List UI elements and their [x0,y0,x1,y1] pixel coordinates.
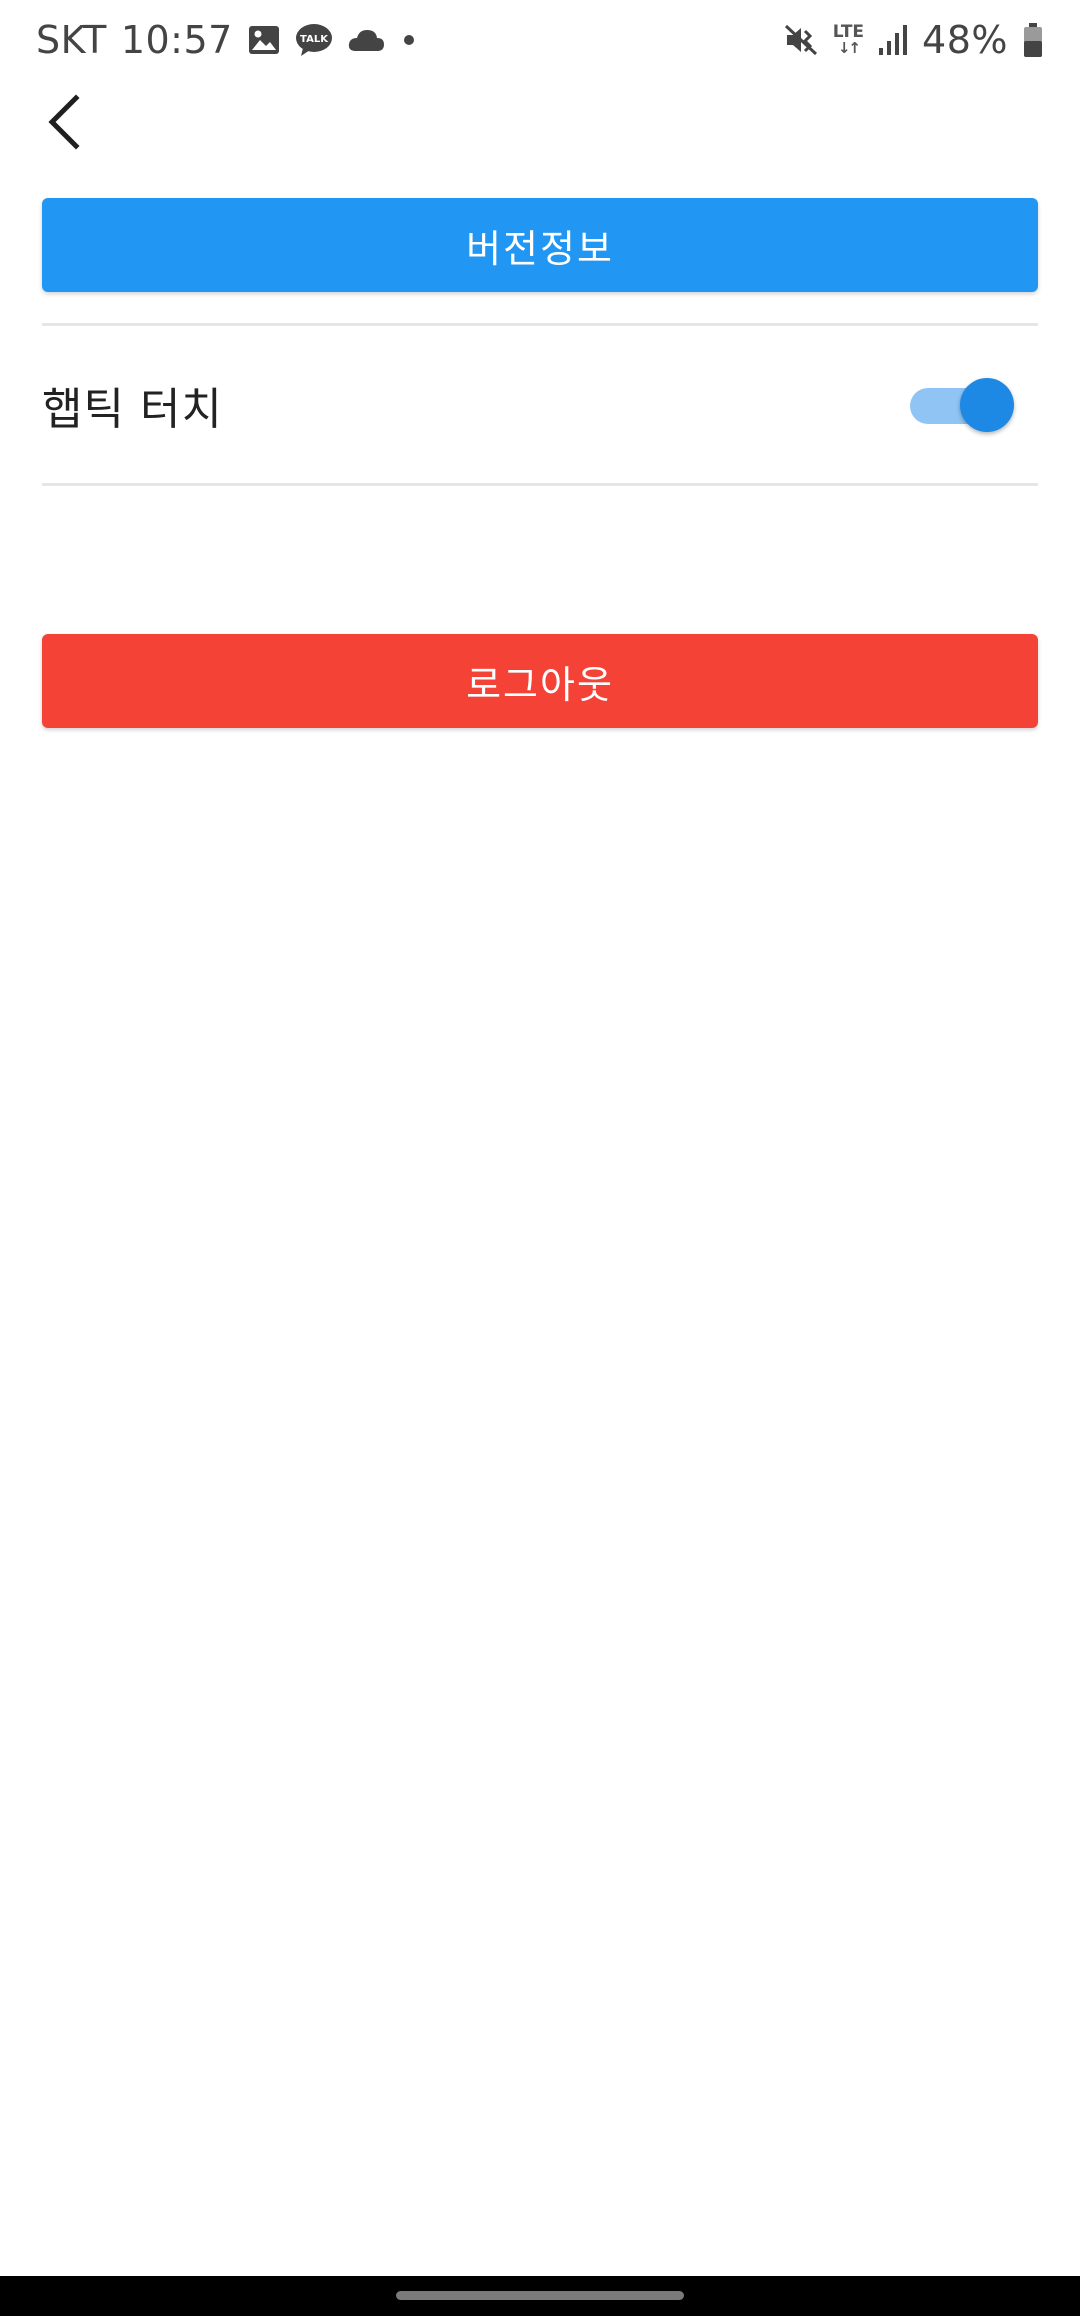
gallery-icon [247,24,281,56]
mute-vibrate-icon [783,22,819,58]
logout-button[interactable]: 로그아웃 [42,634,1038,728]
lte-icon: LTE ↓↑ [833,24,864,56]
back-button[interactable] [32,88,96,160]
chevron-left-icon [44,94,84,154]
toggle-thumb [960,377,1014,432]
dot-icon [399,30,419,50]
battery-percent: 48% [922,18,1008,62]
carrier-label: SKT [36,18,107,62]
talk-badge-text: TALK [300,34,329,45]
status-bar: SKT 10:57 TALK LTE ↓↑ 48% [0,0,1080,80]
haptic-touch-row: 햅틱 터치 [42,326,1038,483]
haptic-touch-label: 햅틱 터치 [42,383,223,435]
home-indicator[interactable] [396,2291,684,2300]
haptic-touch-toggle[interactable] [910,375,1014,435]
battery-icon [1022,22,1044,58]
signal-icon [878,24,908,56]
status-bar-right: LTE ↓↑ 48% [783,18,1044,62]
divider [42,483,1038,486]
version-info-button[interactable]: 버전정보 [42,198,1038,292]
lte-arrows: ↓↑ [837,39,861,57]
cloud-icon [347,27,385,53]
kakaotalk-icon: TALK [295,23,333,57]
version-info-label: 버전정보 [466,226,614,271]
navigation-bar [0,2276,1080,2316]
status-bar-left: SKT 10:57 TALK [36,18,419,62]
clock: 10:57 [120,18,233,62]
logout-label: 로그아웃 [466,662,614,707]
